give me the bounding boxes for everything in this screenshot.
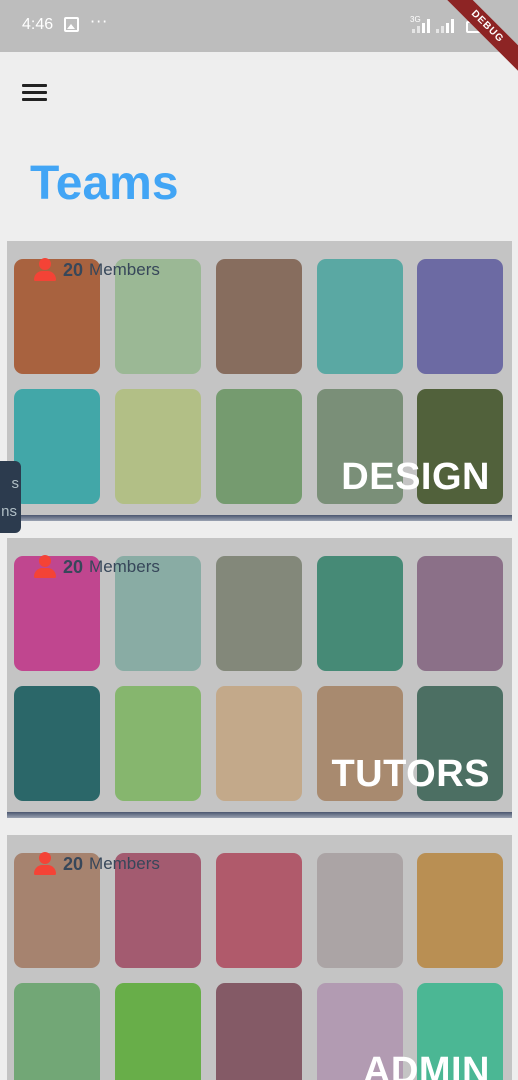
team-card-design[interactable]: 20 Members DESIGN (7, 241, 512, 517)
status-bar: 4:46 ··· 3G ⚡ DEBUG (0, 0, 518, 80)
member-tile (216, 686, 302, 801)
side-tab-line1: s (11, 475, 20, 492)
image-notification-icon (64, 17, 79, 32)
member-tile (14, 389, 100, 504)
more-notifications-icon: ··· (90, 12, 109, 31)
debug-banner: DEBUG (434, 0, 518, 80)
member-tile (14, 686, 100, 801)
member-count-row: 20 Members (33, 257, 160, 283)
side-tab[interactable]: s ns (0, 461, 21, 533)
member-tile (216, 259, 302, 374)
member-label: Members (89, 854, 160, 873)
person-icon (33, 852, 57, 876)
side-tab-line2: ns (1, 503, 17, 520)
member-tile (216, 389, 302, 504)
member-count: 20 (63, 556, 84, 577)
person-icon (33, 258, 57, 282)
member-tile (317, 556, 403, 671)
signal-icon-2 (436, 19, 456, 33)
hamburger-menu-icon[interactable] (18, 80, 52, 106)
member-tile (216, 853, 302, 968)
member-label: Members (89, 557, 160, 576)
member-count-row: 20 Members (33, 851, 160, 877)
card-divider (7, 812, 512, 818)
member-count-row: 20 Members (33, 554, 160, 580)
member-tile (216, 983, 302, 1080)
team-name: DESIGN (341, 456, 490, 498)
status-time: 4:46 (22, 16, 54, 33)
card-divider (7, 515, 512, 521)
member-tile (216, 556, 302, 671)
member-tile (417, 556, 503, 671)
member-tile (417, 853, 503, 968)
team-name: TUTORS (331, 753, 490, 795)
member-count: 20 (63, 259, 84, 280)
member-tile (115, 983, 201, 1080)
member-tile (317, 259, 403, 374)
person-icon (33, 555, 57, 579)
member-count: 20 (63, 853, 84, 874)
member-tile (14, 983, 100, 1080)
member-label: Members (89, 260, 160, 279)
member-tile (317, 853, 403, 968)
member-tile (115, 389, 201, 504)
member-tile (417, 259, 503, 374)
signal-icon (412, 19, 432, 33)
page-title: Teams (30, 157, 179, 210)
team-card-admin[interactable]: 20 Members ADMIN (7, 835, 512, 1080)
team-card-tutors[interactable]: 20 Members TUTORS (7, 538, 512, 814)
member-tile (115, 686, 201, 801)
team-name: ADMIN (362, 1050, 490, 1080)
